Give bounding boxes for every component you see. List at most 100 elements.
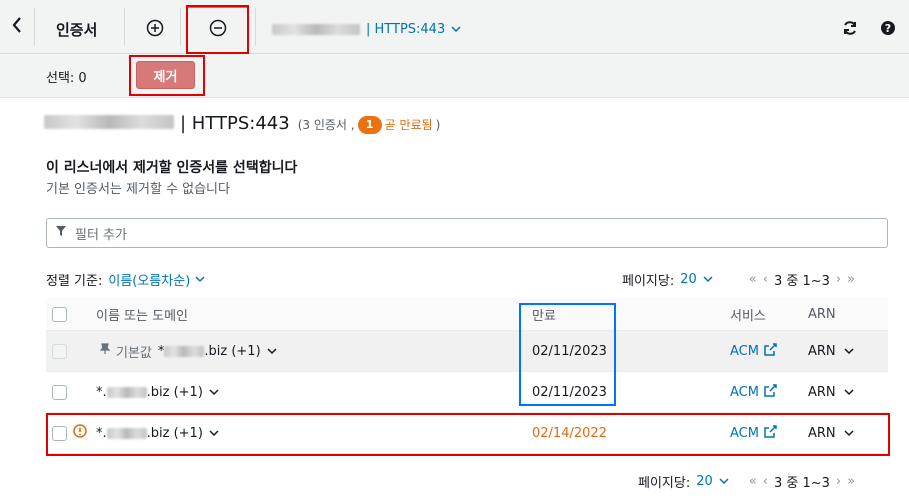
row-checkbox-disabled bbox=[52, 343, 67, 359]
help-icon: ? bbox=[880, 20, 896, 40]
per-page-dropdown[interactable]: 20 bbox=[696, 474, 729, 489]
back-button[interactable] bbox=[0, 8, 34, 46]
arn-toggle[interactable]: ARN bbox=[808, 344, 854, 359]
remove-button[interactable]: 제거 bbox=[136, 61, 195, 89]
plus-circle-icon bbox=[146, 19, 164, 41]
chevron-down-icon bbox=[844, 385, 854, 400]
divider bbox=[255, 8, 256, 46]
acm-link[interactable]: ACM bbox=[730, 342, 777, 360]
expiring-soon-link[interactable]: 곧 만료됨 bbox=[385, 116, 433, 133]
refresh-icon bbox=[842, 20, 858, 40]
chevron-down-icon bbox=[451, 22, 461, 37]
chevron-down-icon bbox=[844, 344, 854, 359]
pin-icon bbox=[99, 343, 111, 359]
row-name: *. .biz (+1) bbox=[96, 372, 219, 412]
refresh-button[interactable] bbox=[840, 20, 860, 40]
sort-value: 이름(오름차순) bbox=[108, 274, 191, 289]
chevron-left-icon bbox=[11, 16, 23, 38]
chevron-down-icon bbox=[703, 272, 713, 287]
arn-label: ARN bbox=[808, 343, 836, 359]
row-select-cell bbox=[52, 372, 67, 412]
last-page-button[interactable]: » bbox=[847, 474, 855, 489]
per-page-label: 페이지당: bbox=[638, 476, 691, 491]
sort-control: 정렬 기준: 이름(오름차순) bbox=[46, 270, 205, 289]
per-page-value: 20 bbox=[680, 272, 697, 287]
redacted-domain bbox=[164, 345, 205, 357]
prev-page-button[interactable]: ‹ bbox=[763, 474, 768, 489]
certificate-summary: (3 인증서 , 1 곧 만료됨 ) bbox=[297, 115, 441, 134]
pagination-top: 페이지당: 20 « ‹ 3 중 1~3 › » bbox=[622, 270, 855, 289]
per-page-dropdown[interactable]: 20 bbox=[680, 272, 713, 287]
next-page-button[interactable]: › bbox=[836, 474, 841, 489]
close-paren: ) bbox=[435, 117, 441, 132]
expand-chevron-icon[interactable] bbox=[209, 385, 219, 400]
help-button[interactable]: ? bbox=[878, 20, 898, 40]
table-row: *. .biz (+1) 02/11/2023 ACM ARN bbox=[46, 372, 888, 413]
expiring-count-badge: 1 bbox=[357, 115, 382, 134]
row-service: ACM bbox=[730, 331, 777, 371]
prev-page-button[interactable]: ‹ bbox=[763, 272, 768, 287]
instructions-subtitle: 기본 인증서는 제거할 수 없습니다 bbox=[46, 182, 230, 197]
pagination-bottom: 페이지당: 20 « ‹ 3 중 1~3 › » bbox=[638, 472, 855, 491]
divider bbox=[34, 8, 35, 46]
header-arn: ARN bbox=[808, 306, 836, 322]
expiry-column-highlight bbox=[519, 303, 616, 406]
acm-link[interactable]: ACM bbox=[730, 383, 777, 401]
first-page-button[interactable]: « bbox=[749, 272, 757, 287]
page-range: 3 중 1~3 bbox=[773, 274, 830, 289]
arn-label: ARN bbox=[808, 384, 836, 400]
row-service: ACM bbox=[730, 372, 777, 412]
row-name: 기본값 * .biz (+1) bbox=[99, 331, 277, 371]
external-link-icon bbox=[764, 383, 777, 401]
arn-toggle[interactable]: ARN bbox=[808, 385, 854, 400]
minus-circle-icon bbox=[209, 19, 227, 41]
listener-title: | HTTPS:443 bbox=[180, 113, 290, 134]
filter-input[interactable]: 필터 추가 bbox=[46, 218, 888, 248]
external-link-icon bbox=[764, 342, 777, 360]
header-service[interactable]: 서비스 bbox=[730, 298, 766, 330]
redacted-load-balancer-name bbox=[272, 24, 360, 35]
sort-dropdown[interactable]: 이름(오름차순) bbox=[108, 270, 205, 289]
table-row-default: 기본값 * .biz (+1) 02/11/2023 ACM ARN bbox=[46, 331, 888, 372]
name-prefix: *. bbox=[96, 384, 107, 400]
chevron-down-icon bbox=[195, 272, 205, 287]
expand-chevron-icon[interactable] bbox=[267, 344, 277, 359]
redacted-domain bbox=[106, 386, 147, 398]
per-page-label: 페이지당: bbox=[622, 274, 675, 289]
top-toolbar: 인증서 | HTTPS:443 ? bbox=[0, 0, 909, 54]
divider bbox=[180, 8, 181, 46]
next-page-button[interactable]: › bbox=[836, 272, 841, 287]
row-arn: ARN bbox=[808, 372, 854, 412]
add-certificate-button[interactable] bbox=[140, 15, 170, 45]
remove-certificate-mode-button[interactable] bbox=[186, 5, 249, 54]
table-header: 이름 또는 도메인 만료 서비스 ARN bbox=[46, 298, 888, 331]
expiring-row-highlight bbox=[46, 413, 890, 456]
row-select-cell bbox=[52, 331, 67, 371]
default-label: 기본값 bbox=[116, 345, 152, 361]
row-checkbox[interactable] bbox=[52, 384, 67, 400]
selection-count: 선택: 0 bbox=[46, 71, 87, 86]
sort-label: 정렬 기준: bbox=[46, 274, 103, 289]
header-name[interactable]: 이름 또는 도메인 bbox=[96, 298, 188, 330]
listener-label: | HTTPS:443 bbox=[366, 22, 446, 37]
acm-label: ACM bbox=[730, 343, 759, 359]
select-all-cell bbox=[52, 298, 67, 330]
redacted-load-balancer-name bbox=[44, 115, 174, 129]
divider bbox=[124, 8, 125, 46]
listener-heading: | HTTPS:443 (3 인증서 , 1 곧 만료됨 ) bbox=[44, 113, 440, 134]
filter-placeholder: 필터 추가 bbox=[75, 227, 127, 243]
instructions-title: 이 리스너에서 제거할 인증서를 선택합니다 bbox=[46, 160, 298, 176]
select-all-checkbox[interactable] bbox=[52, 306, 67, 322]
acm-label: ACM bbox=[730, 384, 759, 400]
first-page-button[interactable]: « bbox=[749, 474, 757, 489]
name-suffix: .biz (+1) bbox=[204, 343, 261, 359]
last-page-button[interactable]: » bbox=[847, 272, 855, 287]
name-suffix: .biz (+1) bbox=[146, 384, 203, 400]
page-range: 3 중 1~3 bbox=[773, 476, 830, 491]
per-page-value: 20 bbox=[696, 474, 713, 489]
certificate-count: (3 인증서 , bbox=[297, 118, 355, 132]
listener-selector[interactable]: | HTTPS:443 bbox=[272, 22, 461, 37]
chevron-down-icon bbox=[719, 474, 729, 489]
row-arn: ARN bbox=[808, 331, 854, 371]
svg-text:?: ? bbox=[885, 22, 891, 35]
